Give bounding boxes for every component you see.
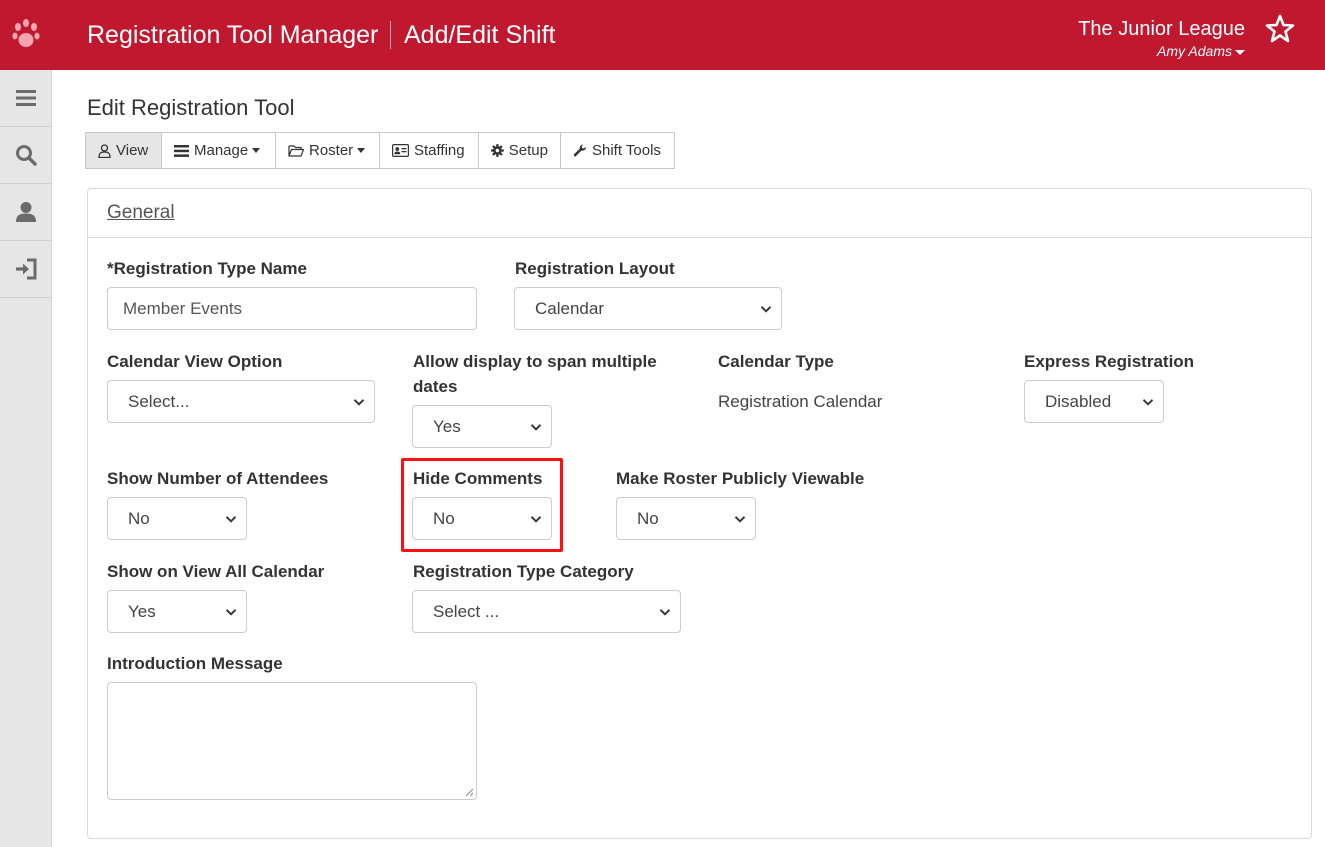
show-number-attendees-select[interactable]: No (107, 497, 247, 540)
manage-button-label: Manage (194, 142, 249, 159)
paw-logo-icon[interactable] (0, 0, 52, 70)
wrench-icon (573, 143, 587, 156)
view-button-label: View (116, 142, 149, 159)
user-icon (16, 202, 36, 222)
show-number-attendees-value: No (128, 508, 150, 528)
registration-type-name-label: *Registration Type Name (107, 259, 307, 278)
list-icon (174, 144, 189, 157)
express-registration-label: Express Registration (1024, 352, 1195, 371)
show-view-all-calendar-value: Yes (128, 601, 156, 621)
shift-tools-button[interactable]: Shift Tools (560, 132, 675, 169)
highlight-box (401, 458, 563, 552)
page-subtitle: Add/Edit Shift (404, 21, 556, 49)
chevron-down-icon (659, 609, 671, 616)
calendar-view-option-value: Select... (128, 391, 190, 411)
caret-down-icon (252, 148, 261, 153)
sidebar-item-logout[interactable] (0, 241, 52, 298)
introduction-message-textarea[interactable] (107, 682, 477, 800)
setup-button[interactable]: Setup (478, 132, 561, 169)
gear-icon (491, 144, 504, 157)
sidebar-item-menu[interactable] (0, 70, 52, 127)
calendar-type-value: Registration Calendar (718, 392, 883, 411)
caret-down-icon (1235, 49, 1245, 55)
title-divider (390, 21, 391, 49)
chevron-down-icon (530, 424, 542, 431)
app-title: Registration Tool Manager (87, 21, 379, 49)
show-number-attendees-label: Show Number of Attendees (107, 469, 329, 488)
allow-span-value: Yes (433, 416, 461, 436)
user-menu[interactable]: Amy Adams (1157, 42, 1245, 60)
manage-dropdown-button[interactable]: Manage (161, 132, 276, 169)
folder-open-icon (288, 145, 304, 157)
roster-public-select[interactable]: No (616, 497, 756, 540)
user-outline-icon (98, 143, 111, 158)
calendar-view-option-select[interactable]: Select... (107, 380, 375, 423)
shift-tools-button-label: Shift Tools (592, 142, 661, 159)
user-name: Amy Adams (1157, 43, 1232, 59)
chevron-down-icon (734, 516, 746, 523)
registration-type-category-select[interactable]: Select ... (412, 590, 681, 633)
setup-button-label: Setup (508, 142, 548, 159)
express-registration-select[interactable]: Disabled (1024, 380, 1164, 423)
chevron-down-icon (760, 306, 772, 313)
page-title: Edit Registration Tool (87, 95, 295, 120)
registration-type-category-value: Select ... (433, 601, 500, 621)
registration-layout-select[interactable]: Calendar (514, 287, 782, 330)
staffing-button-label: Staffing (414, 142, 465, 159)
resize-grip-icon[interactable] (464, 787, 474, 797)
calendar-view-option-label: Calendar View Option (107, 352, 283, 371)
sidebar-item-profile[interactable] (0, 184, 52, 241)
chevron-down-icon (225, 609, 237, 616)
allow-span-label-line2: dates (413, 377, 458, 396)
chevron-down-icon (353, 399, 365, 406)
roster-button-label: Roster (309, 142, 354, 159)
roster-public-value: No (637, 508, 659, 528)
allow-span-label-line1: Allow display to span multiple (413, 352, 657, 371)
chevron-down-icon (1142, 399, 1154, 406)
sidebar-item-search[interactable] (0, 127, 52, 184)
section-title-general[interactable]: General (107, 202, 175, 223)
roster-public-label: Make Roster Publicly Viewable (616, 469, 865, 488)
show-view-all-calendar-label: Show on View All Calendar (107, 562, 325, 581)
registration-layout-label: Registration Layout (515, 259, 675, 278)
registration-type-category-label: Registration Type Category (413, 562, 634, 581)
organization-name: The Junior League (1078, 18, 1245, 40)
hamburger-icon (16, 90, 36, 106)
allow-span-select[interactable]: Yes (412, 405, 552, 448)
sign-out-icon (16, 258, 37, 280)
view-button[interactable]: View (85, 132, 162, 169)
registration-type-name-input[interactable]: Member Events (107, 287, 477, 330)
star-icon[interactable] (1265, 14, 1295, 44)
tool-toolbar: View Manage Roster Staffing Setup Shift … (85, 132, 675, 169)
introduction-message-label: Introduction Message (107, 654, 283, 673)
sidebar (0, 70, 52, 847)
top-header: Registration Tool Manager Add/Edit Shift… (0, 0, 1325, 70)
search-icon (16, 145, 37, 166)
chevron-down-icon (225, 516, 237, 523)
registration-layout-value: Calendar (535, 298, 604, 318)
panel-header: General (88, 189, 1311, 238)
calendar-type-label: Calendar Type (718, 352, 834, 371)
show-view-all-calendar-select[interactable]: Yes (107, 590, 247, 633)
roster-dropdown-button[interactable]: Roster (275, 132, 380, 169)
id-card-icon (392, 144, 409, 157)
express-registration-value: Disabled (1045, 391, 1112, 411)
caret-down-icon (357, 148, 366, 153)
staffing-button[interactable]: Staffing (379, 132, 479, 169)
